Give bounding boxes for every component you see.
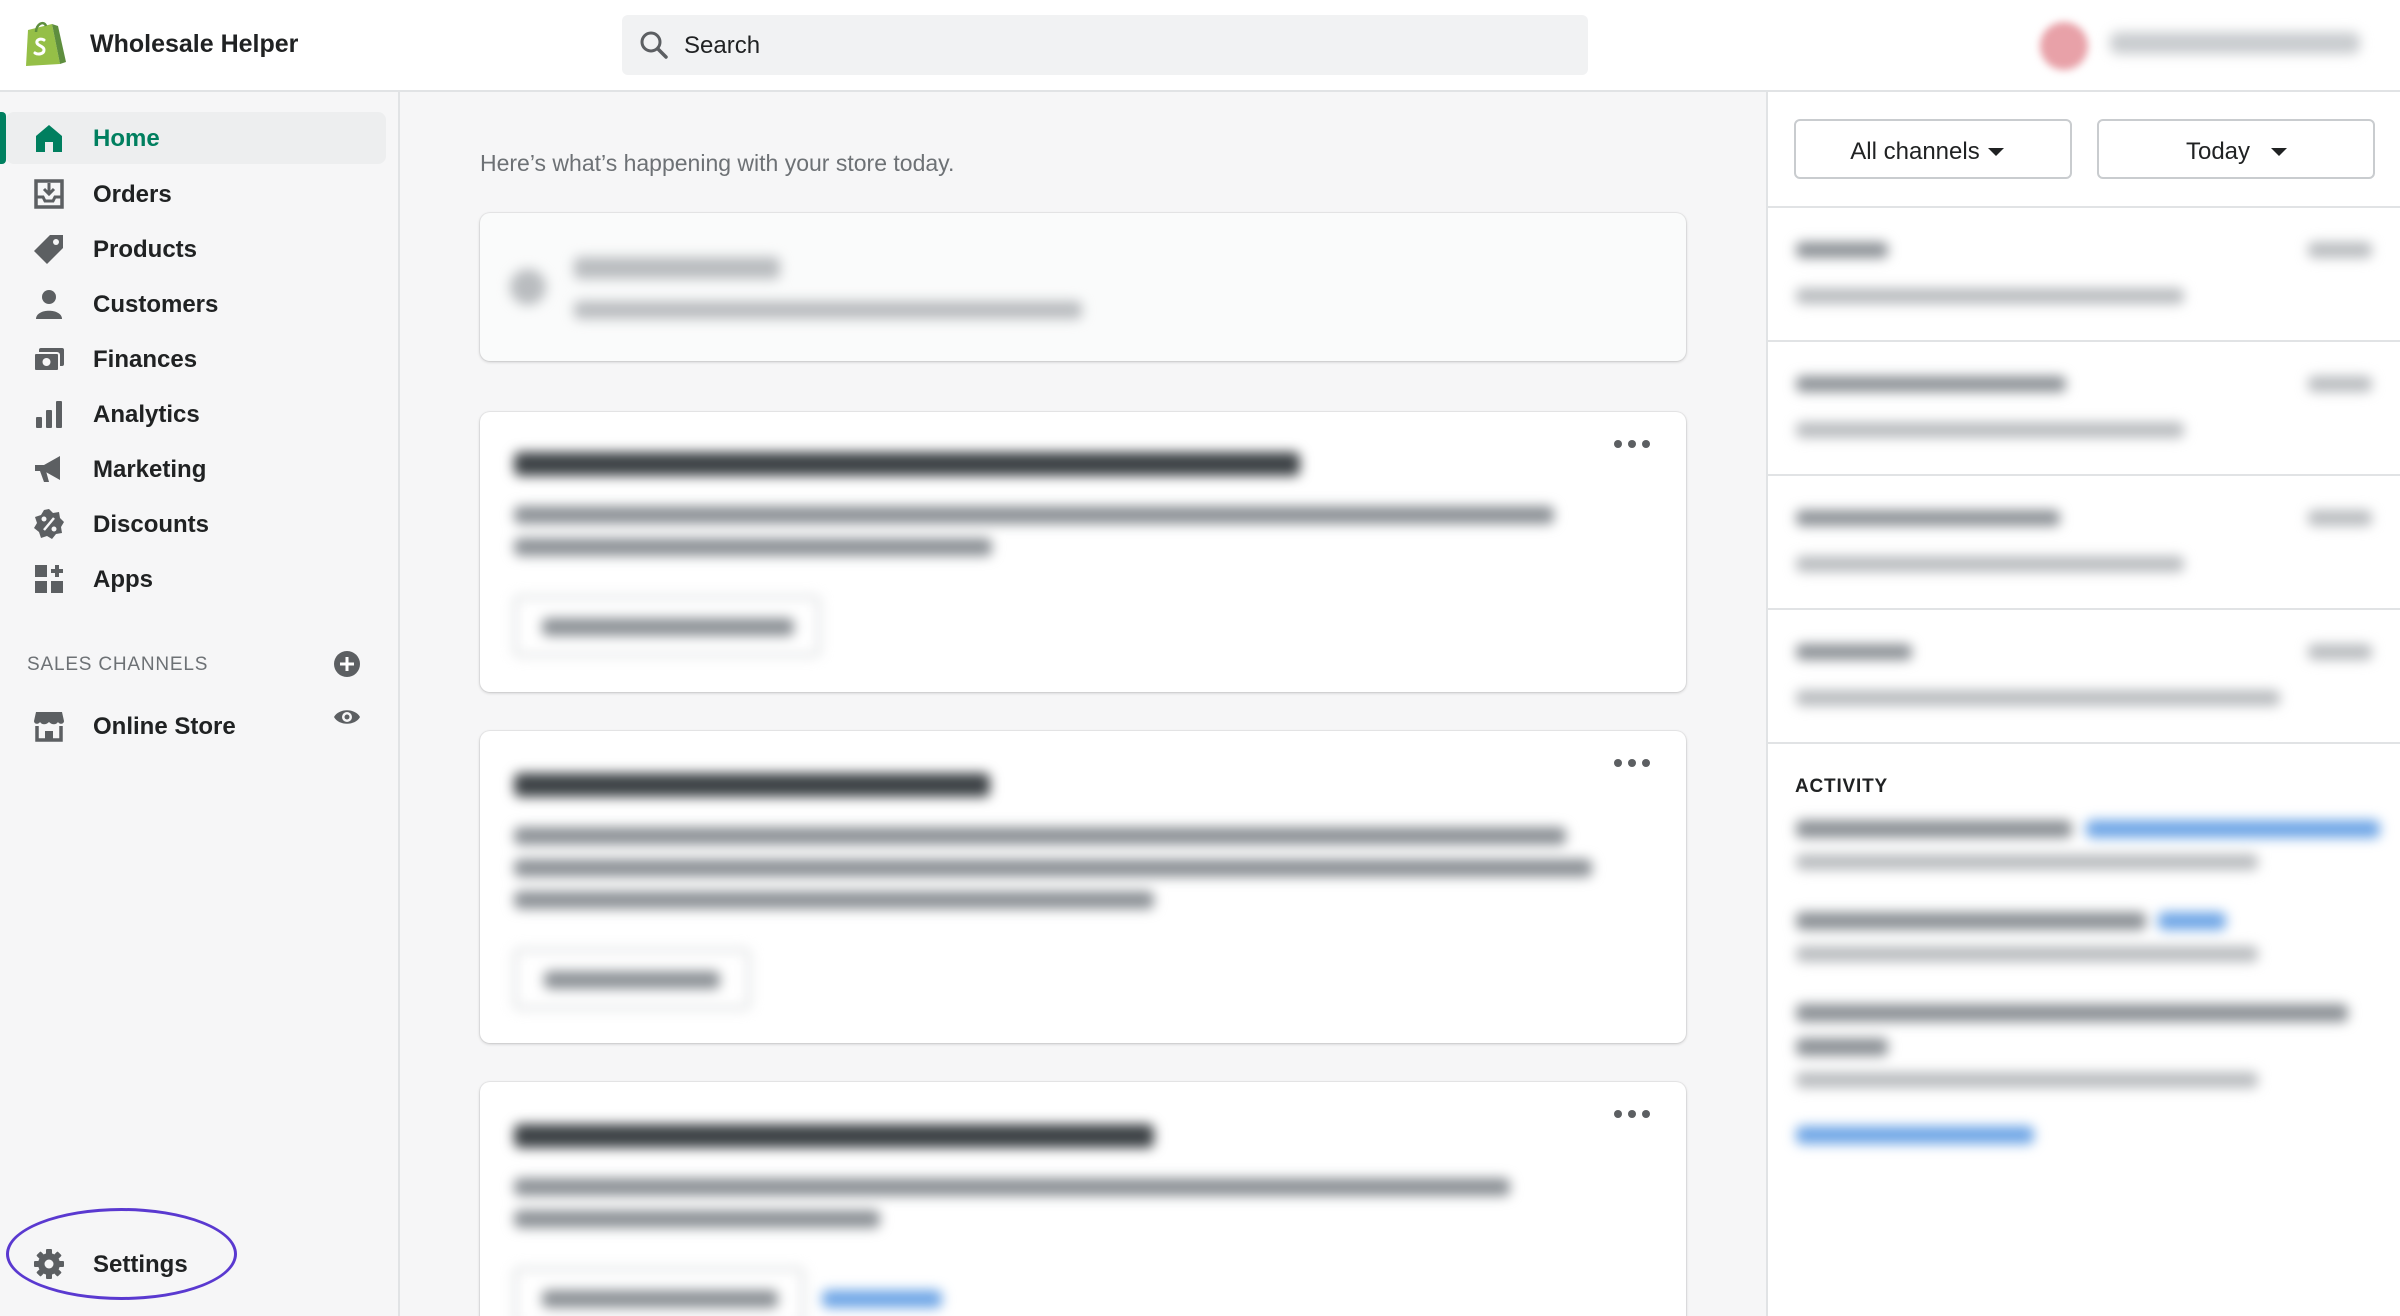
sidebar-item-label: Apps [93,566,153,593]
bar-chart-icon [36,401,62,428]
sidebar: Home Orders Products Customers Finances [0,92,400,1316]
caret-down-icon [2271,148,2287,156]
sidebar-item-marketing[interactable]: Marketing [0,443,386,495]
add-circle-icon[interactable] [332,649,362,679]
person-icon [36,290,62,319]
account-name-redacted [2110,32,2360,54]
date-range-dropdown-label: Today [2185,138,2251,165]
sidebar-item-apps[interactable]: Apps [0,553,386,605]
sidebar-item-analytics[interactable]: Analytics [0,388,386,440]
discount-icon [34,509,64,539]
sidebar-item-label: Finances [93,346,198,373]
home-icon [36,125,62,152]
channels-dropdown[interactable]: All channels [1794,119,2072,179]
total-sales-by-channel-row[interactable] [1768,474,2400,608]
megaphone-icon [35,456,60,482]
more-options-icon[interactable] [1612,438,1652,450]
total-sales-row[interactable] [1768,206,2400,340]
online-store-label: Online Store [93,713,236,740]
sidebar-item-discounts[interactable]: Discounts [0,498,386,550]
right-panel: All channels Today ACTIVITY [1766,92,2400,1316]
tag-icon [34,235,63,264]
caret-down-icon [1988,148,2004,156]
search-placeholder: Search [684,32,761,59]
sidebar-item-label: Orders [93,181,172,208]
shopify-logo-icon[interactable] [22,18,66,68]
sidebar-item-home[interactable]: Home [0,112,386,164]
activity-heading: ACTIVITY [1795,776,1888,797]
sidebar-item-products[interactable]: Products [0,223,386,275]
avatar [2040,22,2088,70]
more-options-icon[interactable] [1612,757,1652,769]
store-icon [34,712,64,742]
shipping-policy-card [480,1082,1686,1316]
annotation-highlight-ring [6,1208,237,1300]
sidebar-item-customers[interactable]: Customers [0,278,386,330]
channels-dropdown-label: All channels [1850,138,1980,165]
orders-icon [34,179,64,209]
more-options-icon[interactable] [1612,1108,1652,1120]
total-sales-breakdown-row[interactable] [1768,340,2400,474]
intro-text: Here’s what’s happening with your store … [480,150,955,176]
eye-icon[interactable] [332,702,362,732]
sidebar-item-label: Customers [93,291,219,318]
sidebar-item-label: Home [93,125,160,152]
sidebar-item-orders[interactable]: Orders [0,168,386,220]
sidebar-item-label: Analytics [93,401,200,428]
commerce-event-card [480,731,1686,1043]
finances-icon [33,348,64,372]
account-menu[interactable] [2040,20,2360,70]
sidebar-item-label: Marketing [93,456,207,483]
top-bar: Wholesale Helper Search [0,0,2400,92]
search-icon [640,31,668,59]
store-activity-card [480,213,1686,361]
sidebar-item-label: Products [93,236,198,263]
search-bar[interactable]: Search [622,15,1588,75]
main-content: Here’s what’s happening with your store … [402,92,1766,1316]
apps-icon [35,565,63,593]
sidebar-item-finances[interactable]: Finances [0,333,386,385]
sidebar-item-online-store[interactable]: Online Store [0,700,386,752]
top-products-row[interactable] [1768,608,2400,742]
date-range-dropdown[interactable]: Today [2097,119,2375,179]
sales-channels-heading: SALES CHANNELS [27,654,209,675]
developer-tools-card [480,412,1686,692]
sidebar-item-label: Discounts [93,511,210,538]
store-name: Wholesale Helper [90,30,299,58]
